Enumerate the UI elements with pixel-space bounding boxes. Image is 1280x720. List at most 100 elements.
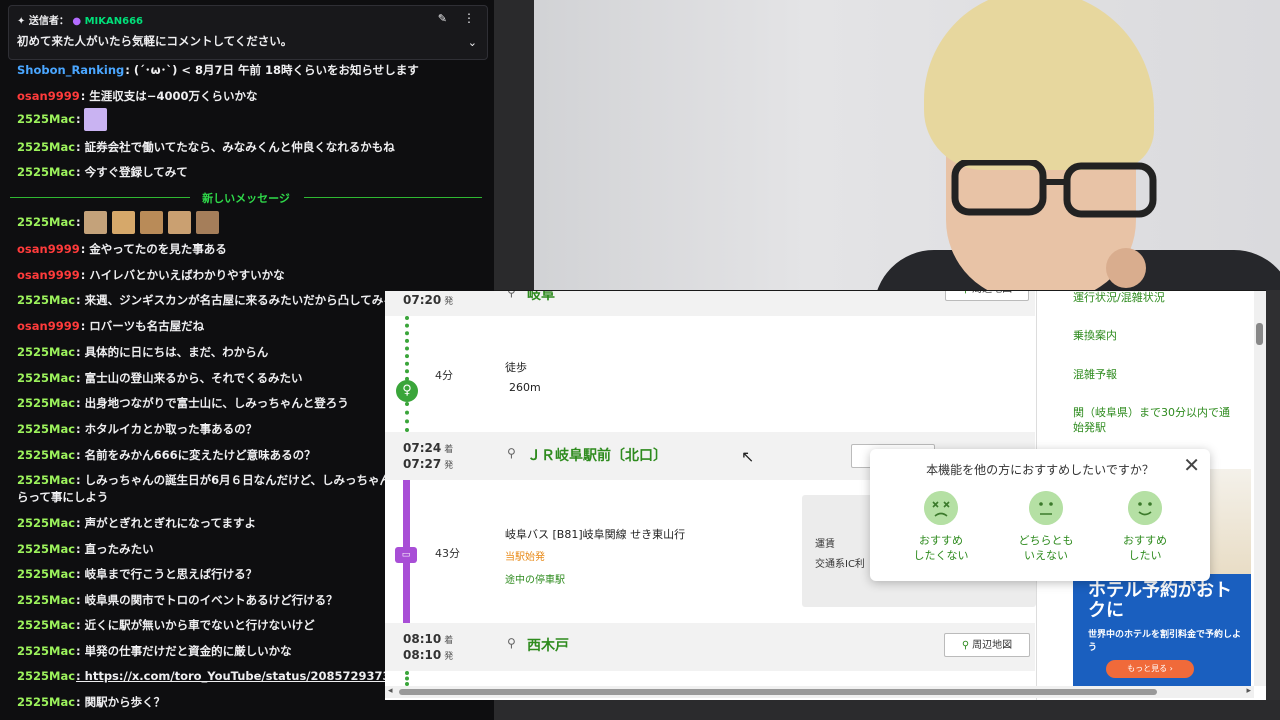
nearby-map-button[interactable]: ⚲周辺地図 [945, 291, 1029, 301]
chat-username[interactable]: 2525Mac [17, 593, 75, 607]
sidebar-link-status[interactable]: 運行状況/混雑状況 [1073, 291, 1165, 305]
chat-text: : 証券会社で働いてたなら、みなみくんと仲良くなれるかもね [76, 140, 395, 154]
chat-username[interactable]: 2525Mac [17, 516, 75, 530]
nearby-map-button[interactable]: ⚲周辺地図 [944, 633, 1030, 657]
more-options-icon[interactable]: ⋮ [463, 11, 475, 25]
ad-more-button[interactable]: もっと見る › [1106, 660, 1194, 678]
chat-username[interactable]: 2525Mac [17, 644, 75, 658]
chat-text: : 出身地つながりで富士山に、しみっちゃんと登ろう [76, 396, 349, 410]
chat-username[interactable]: 2525Mac [17, 567, 75, 581]
chat-username[interactable]: 2525Mac [17, 695, 75, 709]
chat-message: らって事にしよう [17, 489, 108, 505]
scroll-left-arrow-icon[interactable]: ◂ [388, 686, 393, 696]
chat-message: osan9999: 金やってたのを見た事ある [17, 241, 227, 257]
sidebar-link-congestion[interactable]: 混雑予報 [1073, 366, 1117, 382]
emote-image [83, 211, 107, 234]
chat-message: 2525Mac: 岐阜県の関市でトロのイベントあるけど行ける？ [17, 592, 338, 608]
chat-message: 2525Mac: 直ったみたい [17, 541, 154, 557]
chat-text: : ロバーツも名古屋だね [80, 319, 205, 333]
sidebar-link-transfer[interactable]: 乗換案内 [1073, 327, 1117, 343]
chat-username[interactable]: osan9999 [17, 268, 80, 282]
walk-line [405, 316, 413, 381]
bus-icon: ▭ [395, 547, 417, 563]
chevron-down-icon[interactable]: ⌄ [468, 36, 477, 49]
vertical-scrollbar[interactable] [1254, 291, 1266, 686]
origin-note: 当駅始発 [505, 552, 545, 563]
chat-text: : 単発の仕事だけだと資金的に厳しいかな [76, 644, 292, 658]
chat-username[interactable]: osan9999 [17, 242, 80, 256]
mic-icon: ● [72, 16, 82, 27]
time-suffix: 着 [444, 636, 454, 646]
station-name: 岐阜 [527, 291, 555, 303]
chat-username[interactable]: 2525Mac [17, 618, 75, 632]
chat-username[interactable]: 2525Mac [17, 448, 75, 462]
unpin-icon[interactable]: ✎ [438, 12, 447, 25]
chat-username[interactable]: 2525Mac [17, 140, 75, 154]
pinned-sender-name: MIKAN666 [84, 16, 143, 27]
chat-username[interactable]: 2525Mac [17, 371, 75, 385]
chat-text: : 具体的に日にちは、まだ、わからん [76, 345, 269, 359]
chat-text: : 生涯収支は−4000万くらいかな [80, 89, 258, 103]
chat-message: 2525Mac: 岐阜まで行こうと思えば行ける？ [17, 566, 257, 582]
chat-text: : ハイレバとかいえばわかりやすいかな [80, 268, 285, 282]
close-icon[interactable]: ✕ [1183, 453, 1200, 477]
survey-option-neutral[interactable]: どちらとも いえない [1001, 491, 1091, 563]
chat-text: : ホタルイカとか取った事あるの？ [76, 422, 258, 436]
horizontal-scrollbar[interactable]: ◂ ▸ [385, 686, 1254, 698]
chat-username[interactable]: 2525Mac [17, 473, 75, 487]
station-name: ＪＲ岐阜駅前〔北口〕 [527, 448, 667, 464]
sidebar-link-first-station[interactable]: 始発駅 [1073, 419, 1106, 435]
chat-text: : 金やってたのを見た事ある [80, 242, 227, 256]
intermediate-stops-link[interactable]: 途中の停車駅 [505, 571, 565, 586]
option-label-line: おすすめ [1123, 534, 1167, 547]
chat-username[interactable]: 2525Mac [17, 293, 75, 307]
chat-text: : 名前をみかん666に変えたけど意味あるの？ [76, 448, 316, 462]
chat-message: osan9999: ロバーツも名古屋だね [17, 318, 204, 334]
survey-option-recommend[interactable]: おすすめ したい [1100, 491, 1190, 563]
pinned-sender-label: 送信者： [28, 16, 69, 27]
station-pin-icon: ⚲ [507, 636, 516, 650]
recommend-survey-popup: 本機能を他の方におすすめしたいですか？ ✕ おすすめ したくない どちらとも いえな… [870, 449, 1210, 581]
survey-option-not-recommend[interactable]: おすすめ したくない [896, 491, 986, 563]
chat-message: 2525Mac: 単発の仕事だけだと資金的に厳しいかな [17, 643, 292, 659]
chat-message: 2525Mac: 具体的に日にちは、まだ、わからん [17, 344, 268, 360]
ad-body: 世界中のホテルを割引料金で予約しよう [1088, 630, 1242, 653]
chat-text: : [76, 215, 81, 229]
sad-face-icon [924, 491, 958, 525]
station-name: 西木戸 [527, 638, 569, 654]
sidebar-link-within-30min[interactable]: 関（岐阜県）まで30分以内で通 [1073, 404, 1230, 420]
chat-username[interactable]: 2525Mac [17, 165, 75, 179]
chat-username[interactable]: 2525Mac [17, 396, 75, 410]
chat-message: 2525Mac: 名前をみかん666に変えたけど意味あるの？ [17, 447, 316, 463]
neutral-face-icon [1029, 491, 1063, 525]
emote-image [167, 211, 191, 234]
chat-message: 2525Mac: 今すぐ登録してみて [17, 164, 188, 180]
option-label-line: したい [1128, 549, 1162, 562]
chat-text: : 近くに駅が無いから車でないと行けないけど [76, 618, 315, 632]
chat-username[interactable]: 2525Mac [17, 345, 75, 359]
new-messages-divider: 新しいメッセージ [10, 190, 482, 205]
time-suffix: 発 [444, 461, 454, 471]
chat-username[interactable]: osan9999 [17, 89, 80, 103]
chat-username[interactable]: 2525Mac [17, 215, 75, 229]
stop-time: 07:20 [403, 293, 442, 307]
chat-username[interactable]: Shobon_Ranking [17, 63, 124, 77]
chat-message: 2525Mac: しみっちゃんの誕生日が6月６日なんだけど、しみっちゃんと [17, 472, 403, 488]
chat-username[interactable]: 2525Mac [17, 542, 75, 556]
chat-message: 2525Mac: 関駅から歩く？ [17, 694, 165, 710]
scroll-right-arrow-icon[interactable]: ▸ [1246, 686, 1251, 696]
chat-message: osan9999: ハイレバとかいえばわかりやすいかな [17, 267, 285, 283]
chat-username[interactable]: osan9999 [17, 319, 80, 333]
chat-username[interactable]: 2525Mac [17, 669, 75, 683]
chat-message: 2525Mac: 出身地つながりで富士山に、しみっちゃんと登ろう [17, 395, 349, 411]
stop-gifu: 07:20発 ⚲ 岐阜 ⚲周辺地図 [385, 291, 1035, 316]
walk-distance: 260m [509, 381, 541, 394]
arrival-time: 07:24 [403, 441, 442, 455]
chat-username[interactable]: 2525Mac [17, 112, 75, 126]
chat-message: 2525Mac: 来週、ジンギスカンが名古屋に来るみたいだから凸してみる？ [17, 292, 406, 308]
chat-username[interactable]: 2525Mac [17, 422, 75, 436]
chat-text: : 岐阜まで行こうと思えば行ける？ [76, 567, 258, 581]
mouse-cursor-icon: ↖ [741, 447, 755, 466]
divider-label: 新しいメッセージ [202, 192, 290, 205]
pinned-header: ✦ 送信者： ● MIKAN666 [17, 12, 143, 27]
